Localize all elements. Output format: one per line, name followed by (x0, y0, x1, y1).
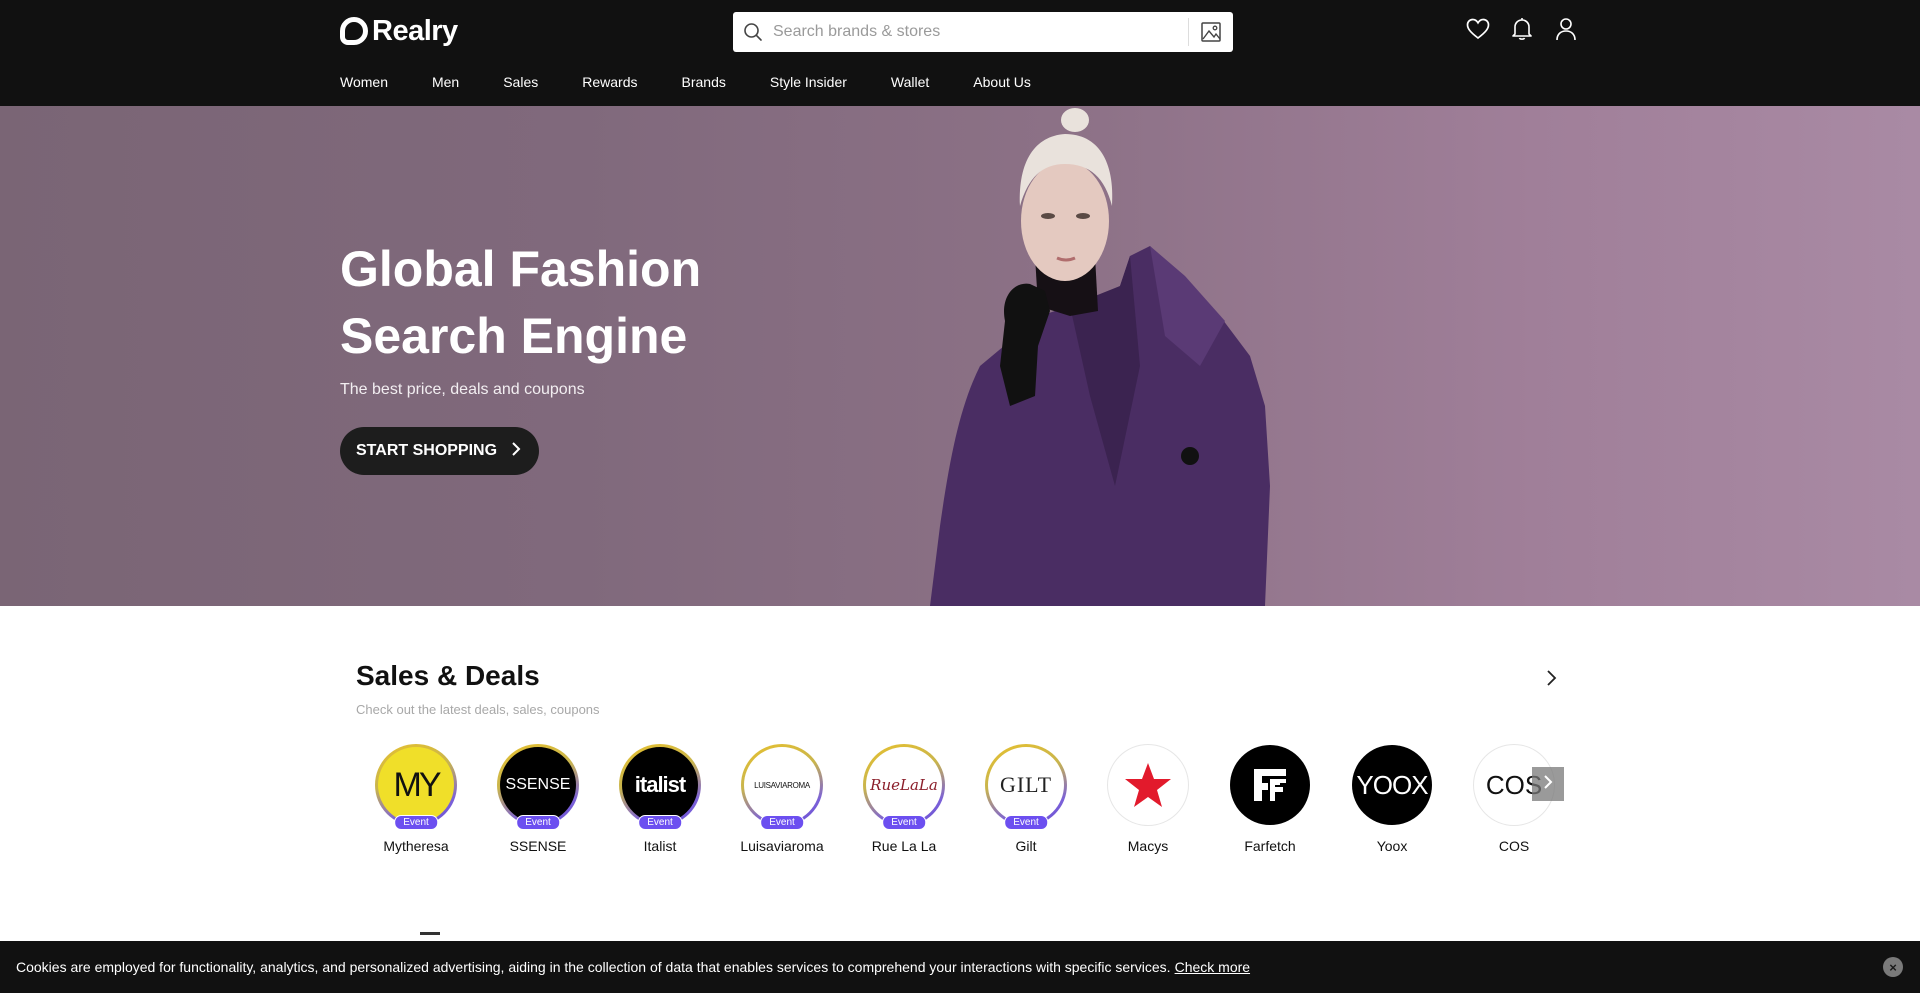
store-item-rue-la-la[interactable]: RueLaLa Event Rue La La (854, 744, 954, 854)
store-ring: MY Event (375, 744, 457, 830)
store-ring (1229, 744, 1311, 826)
macys-star-icon (1108, 745, 1188, 825)
carousel-next-button[interactable] (1532, 767, 1564, 801)
nav-item-men[interactable]: Men (432, 74, 459, 90)
nav-item-rewards[interactable]: Rewards (582, 74, 637, 90)
store-ring: LUISAVIAROMA Event (741, 744, 823, 830)
store-item-gilt[interactable]: GILT Event Gilt (976, 744, 1076, 854)
store-logo-text: italist (634, 772, 686, 797)
bell-icon[interactable] (1510, 16, 1534, 42)
user-icon[interactable] (1554, 16, 1578, 42)
chevron-right-icon[interactable] (1540, 666, 1564, 690)
store-ring: GILT Event (985, 744, 1067, 830)
logo-text: Realry (372, 14, 458, 47)
start-shopping-button[interactable]: START SHOPPING (340, 427, 540, 475)
chevron-right-icon (1543, 774, 1553, 794)
store-name: COS (1498, 838, 1530, 854)
nav-item-sales[interactable]: Sales (503, 74, 538, 90)
nav-item-style-insider[interactable]: Style Insider (770, 74, 847, 90)
store-name: Gilt (1015, 838, 1037, 854)
event-badge: Event (1004, 815, 1048, 830)
cookie-message: Cookies are employed for functionality, … (16, 959, 1171, 975)
nav-item-wallet[interactable]: Wallet (891, 74, 929, 90)
ssense-logo: SSENSE (500, 747, 576, 823)
farfetch-logo-icon (1230, 745, 1310, 825)
event-badge: Event (394, 815, 438, 830)
rue-la-la-logo: RueLaLa (866, 747, 942, 823)
store-ring: SSENSE Event (497, 744, 579, 830)
store-ring (1107, 744, 1189, 826)
store-ring: RueLaLa Event (863, 744, 945, 830)
cookie-banner: Cookies are employed for functionality, … (0, 941, 1920, 993)
event-badge: Event (638, 815, 682, 830)
store-item-yoox[interactable]: YOOX Yoox (1342, 744, 1442, 854)
store-logo-text: MY (393, 765, 442, 804)
cookie-text: Cookies are employed for functionality, … (16, 959, 1250, 975)
store-item-italist[interactable]: italist Event Italist (610, 744, 710, 854)
event-badge: Event (516, 815, 560, 830)
yoox-logo: YOOX (1352, 745, 1432, 825)
section-subtitle: Check out the latest deals, sales, coupo… (356, 702, 600, 717)
luisaviaroma-logo: LUISAVIAROMA (744, 747, 820, 823)
store-name: Macys (1127, 838, 1169, 854)
store-name: Italist (643, 838, 677, 854)
store-name: Mytheresa (383, 838, 449, 854)
next-section-peek (420, 932, 440, 935)
store-item-luisaviaroma[interactable]: LUISAVIAROMA Event Luisaviaroma (732, 744, 832, 854)
store-name: Luisaviaroma (740, 838, 824, 854)
store-carousel: MY Event Mytheresa SSENSE Event SSENSE i… (366, 744, 1566, 864)
close-icon[interactable]: × (1883, 957, 1903, 977)
store-logo-text: RueLaLa (870, 776, 938, 794)
store-ring: YOOX (1351, 744, 1433, 826)
chevron-right-icon (511, 441, 521, 461)
search-input[interactable] (773, 13, 1188, 51)
event-badge: Event (882, 815, 926, 830)
logo[interactable]: Realry (340, 14, 458, 48)
gilt-logo: GILT (988, 747, 1064, 823)
mytheresa-logo: MY (378, 747, 454, 823)
nav-item-women[interactable]: Women (340, 74, 388, 90)
italist-logo: italist (622, 747, 698, 823)
section-title: Sales & Deals (356, 660, 540, 691)
nav-item-about-us[interactable]: About Us (973, 74, 1031, 90)
main-nav: Women Men Sales Rewards Brands Style Ins… (340, 74, 1075, 90)
hero-title: Global Fashion Search Engine (340, 241, 702, 364)
search-icon (733, 12, 773, 52)
nav-item-brands[interactable]: Brands (682, 74, 726, 90)
store-logo-text: GILT (999, 772, 1053, 797)
search-bar (733, 12, 1233, 52)
store-item-mytheresa[interactable]: MY Event Mytheresa (366, 744, 466, 854)
event-badge: Event (760, 815, 804, 830)
image-search-icon[interactable] (1189, 12, 1233, 52)
store-item-farfetch[interactable]: Farfetch (1220, 744, 1320, 854)
header-actions (1466, 16, 1578, 42)
heart-icon[interactable] (1466, 16, 1490, 42)
store-item-macys[interactable]: Macys (1098, 744, 1198, 854)
top-header: Realry Women Men Sales Rewards Brands St… (0, 0, 1920, 106)
hero-subtitle: The best price, deals and coupons (340, 381, 585, 398)
store-ring: italist Event (619, 744, 701, 830)
store-logo-text: LUISAVIAROMA (754, 780, 810, 790)
store-name: Yoox (1376, 838, 1408, 854)
hero-model-image (930, 108, 1270, 606)
store-logo-text: YOOX (1356, 769, 1428, 800)
store-name: Rue La La (871, 838, 937, 854)
store-item-ssense[interactable]: SSENSE Event SSENSE (488, 744, 588, 854)
store-name: Farfetch (1244, 838, 1296, 854)
store-logo-text: SSENSE (505, 776, 571, 793)
start-shopping-label: START SHOPPING (356, 442, 498, 459)
store-name: SSENSE (509, 838, 567, 854)
hero-banner: Global Fashion Search Engine The best pr… (0, 106, 1920, 606)
logo-mark-icon (340, 17, 368, 45)
check-more-link[interactable]: Check more (1175, 959, 1250, 975)
